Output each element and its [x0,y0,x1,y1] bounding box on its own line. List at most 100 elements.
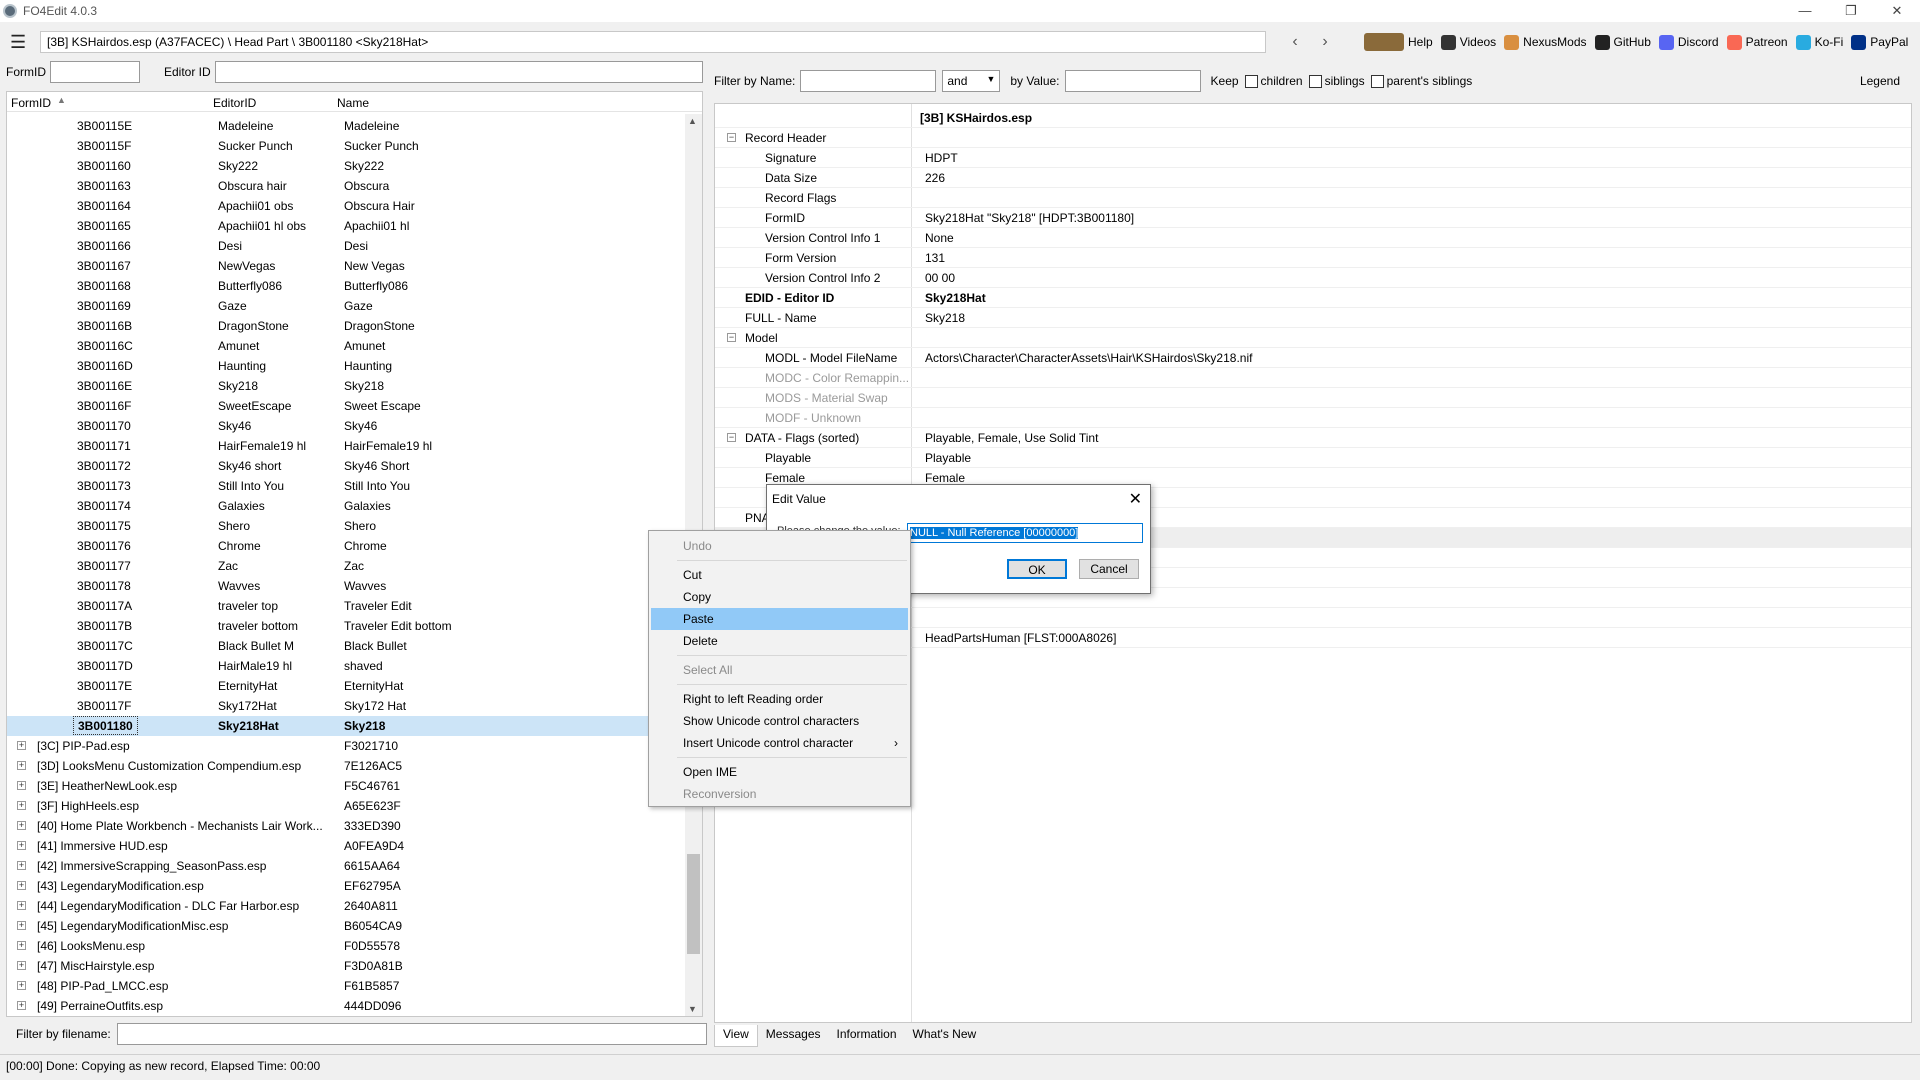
expand-plus-icon[interactable]: + [17,781,26,790]
plugin-row[interactable]: + [45] LegendaryModificationMisc.esp B6054… [7,916,687,936]
table-row[interactable]: 3B001166 Desi Desi [7,236,687,256]
column-name[interactable]: Name [337,96,369,110]
table-row[interactable]: 3B00115F Sucker Punch Sucker Punch [7,136,687,156]
record-field-row[interactable]: − DATA - Flags (sorted) Playable, Female, … [715,428,1911,448]
menu-icon[interactable]: ☰ [10,33,34,51]
parents-siblings-checkbox[interactable] [1370,74,1384,88]
children-checkbox[interactable] [1244,74,1258,88]
filename-filter-input[interactable] [116,1023,707,1045]
expand-plus-icon[interactable]: + [17,981,26,990]
table-row[interactable]: 3B00116B DragonStone DragonStone [7,316,687,336]
table-row[interactable]: 3B001163 Obscura hair Obscura [7,176,687,196]
record-field-row[interactable]: MODC - Color Remappin... [715,368,1911,388]
forward-arrow-icon[interactable]: › [1310,33,1340,51]
plugin-row[interactable]: + [43] LegendaryModification.esp EF62795A [7,876,687,896]
plugin-row[interactable]: + [49] PerraineOutfits.esp 444DD096 [7,996,687,1016]
table-row[interactable]: 3B001177 Zac Zac [7,556,687,576]
table-row[interactable]: 3B001160 Sky222 Sky222 [7,156,687,176]
table-row[interactable]: 3B001178 Wavves Wavves [7,576,687,596]
expand-plus-icon[interactable]: + [17,941,26,950]
table-row[interactable]: 3B001167 NewVegas New Vegas [7,256,687,276]
tab-information[interactable]: Information [829,1025,905,1047]
expand-plus-icon[interactable]: + [17,921,26,930]
plugin-row[interactable]: + [48] PIP-Pad_LMCC.esp F61B5857 [7,976,687,996]
expand-plus-icon[interactable]: + [17,1001,26,1010]
expand-plus-icon[interactable]: + [17,861,26,870]
restore-button[interactable]: ❐ [1828,0,1874,22]
table-row[interactable]: 3B001168 Butterfly086 Butterfly086 [7,276,687,296]
cancel-button[interactable]: Cancel [1079,559,1139,579]
plugin-row[interactable]: + [40] Home Plate Workbench - Mechanists … [7,816,687,836]
scrollbar-thumb[interactable] [687,854,700,954]
record-field-row[interactable]: Form Version 131 [715,248,1911,268]
filter-by-name-input[interactable] [800,70,937,92]
record-field-row[interactable]: EDID - Editor ID Sky218Hat [715,288,1911,308]
toolbar-link-help[interactable]: Help [1364,33,1433,51]
back-arrow-icon[interactable]: ‹ [1280,33,1310,51]
table-row[interactable]: 3B00117B traveler bottom Traveler Edit bot… [7,616,687,636]
menu-item-cut[interactable]: Cut [651,564,908,586]
record-field-row[interactable]: MODL - Model FileName Actors\Character\Ch… [715,348,1911,368]
expand-plus-icon[interactable]: + [17,881,26,890]
toolbar-link-nexusmods[interactable]: NexusMods [1504,33,1587,51]
menu-item-copy[interactable]: Copy [651,586,908,608]
record-path[interactable]: [3B] KSHairdos.esp (A37FACEC) \ Head Par… [40,31,1266,53]
table-row[interactable]: 3B00117F Sky172Hat Sky172 Hat [7,696,687,716]
menu-item-show-unicode-control-characters[interactable]: Show Unicode control characters [651,710,908,732]
record-field-row[interactable]: FULL - Name Sky218 [715,308,1911,328]
scroll-up-icon[interactable]: ▲ [688,116,697,126]
collapse-minus-icon[interactable]: − [727,433,736,442]
table-row[interactable]: 3B00117C Black Bullet M Black Bullet [7,636,687,656]
column-editorid[interactable]: EditorID [213,96,256,110]
table-row[interactable]: 3B00117A traveler top Traveler Edit [7,596,687,616]
table-row[interactable]: 3B00116E Sky218 Sky218 [7,376,687,396]
table-row[interactable]: 3B001164 Apachii01 obs Obscura Hair [7,196,687,216]
legend-button[interactable]: Legend [1860,74,1900,88]
menu-item-right-to-left-reading-order[interactable]: Right to left Reading order [651,688,908,710]
plugin-row[interactable]: + [3F] HighHeels.esp A65E623F [7,796,687,816]
tab-whats-new[interactable]: What's New [905,1025,985,1047]
table-row[interactable]: 3B001173 Still Into You Still Into You [7,476,687,496]
table-row[interactable]: 3B001172 Sky46 short Sky46 Short [7,456,687,476]
expand-plus-icon[interactable]: + [17,901,26,910]
record-field-row[interactable]: Record Flags [715,188,1911,208]
scroll-down-icon[interactable]: ▼ [688,1004,697,1014]
table-row[interactable]: 3B00117E EternityHat EternityHat [7,676,687,696]
toolbar-link-github[interactable]: GitHub [1594,33,1651,51]
close-button[interactable]: ✕ [1874,0,1920,22]
record-tree[interactable]: FormID ▲ EditorID Name 3B00115E Madeleine… [6,91,703,1017]
toolbar-link-ko-fi[interactable]: Ko-Fi [1795,33,1843,51]
expand-plus-icon[interactable]: + [17,741,26,750]
tab-messages[interactable]: Messages [758,1025,829,1047]
menu-item-insert-unicode-control-character[interactable]: Insert Unicode control character › [651,732,908,754]
siblings-checkbox[interactable] [1308,74,1322,88]
dialog-value-input[interactable]: NULL - Null Reference [00000000] [907,523,1143,543]
record-field-row[interactable]: Data Size 226 [715,168,1911,188]
record-field-row[interactable]: Version Control Info 1 None [715,228,1911,248]
table-row[interactable]: 3B00116C Amunet Amunet [7,336,687,356]
plugin-row[interactable]: + [41] Immersive HUD.esp A0FEA9D4 [7,836,687,856]
filter-by-value-input[interactable] [1064,70,1201,92]
ok-button[interactable]: OK [1007,559,1067,579]
toolbar-link-patreon[interactable]: Patreon [1726,33,1788,51]
expand-plus-icon[interactable]: + [17,801,26,810]
record-field-row[interactable]: MODS - Material Swap [715,388,1911,408]
table-row[interactable]: 3B001165 Apachii01 hl obs Apachii01 hl [7,216,687,236]
expand-plus-icon[interactable]: + [17,761,26,770]
record-field-row[interactable]: − Model [715,328,1911,348]
formid-filter-input[interactable] [50,61,140,83]
table-row[interactable]: 3B00117D HairMale19 hl shaved [7,656,687,676]
record-field-row[interactable]: − Record Header [715,128,1911,148]
editorid-filter-input[interactable] [214,61,703,83]
plugin-row[interactable]: + [42] ImmersiveScrapping_SeasonPass.esp 6… [7,856,687,876]
table-row[interactable]: 3B001170 Sky46 Sky46 [7,416,687,436]
expand-plus-icon[interactable]: + [17,821,26,830]
table-row[interactable]: 3B001171 HairFemale19 hl HairFemale19 hl [7,436,687,456]
table-row[interactable]: 3B001175 Shero Shero [7,516,687,536]
table-row[interactable]: 3B001176 Chrome Chrome [7,536,687,556]
filter-operator-select[interactable]: and ▼ [942,70,1001,92]
record-field-row[interactable]: Signature HDPT [715,148,1911,168]
menu-item-delete[interactable]: Delete [651,630,908,652]
expand-plus-icon[interactable]: + [17,841,26,850]
toolbar-link-paypal[interactable]: PayPal [1851,33,1908,51]
